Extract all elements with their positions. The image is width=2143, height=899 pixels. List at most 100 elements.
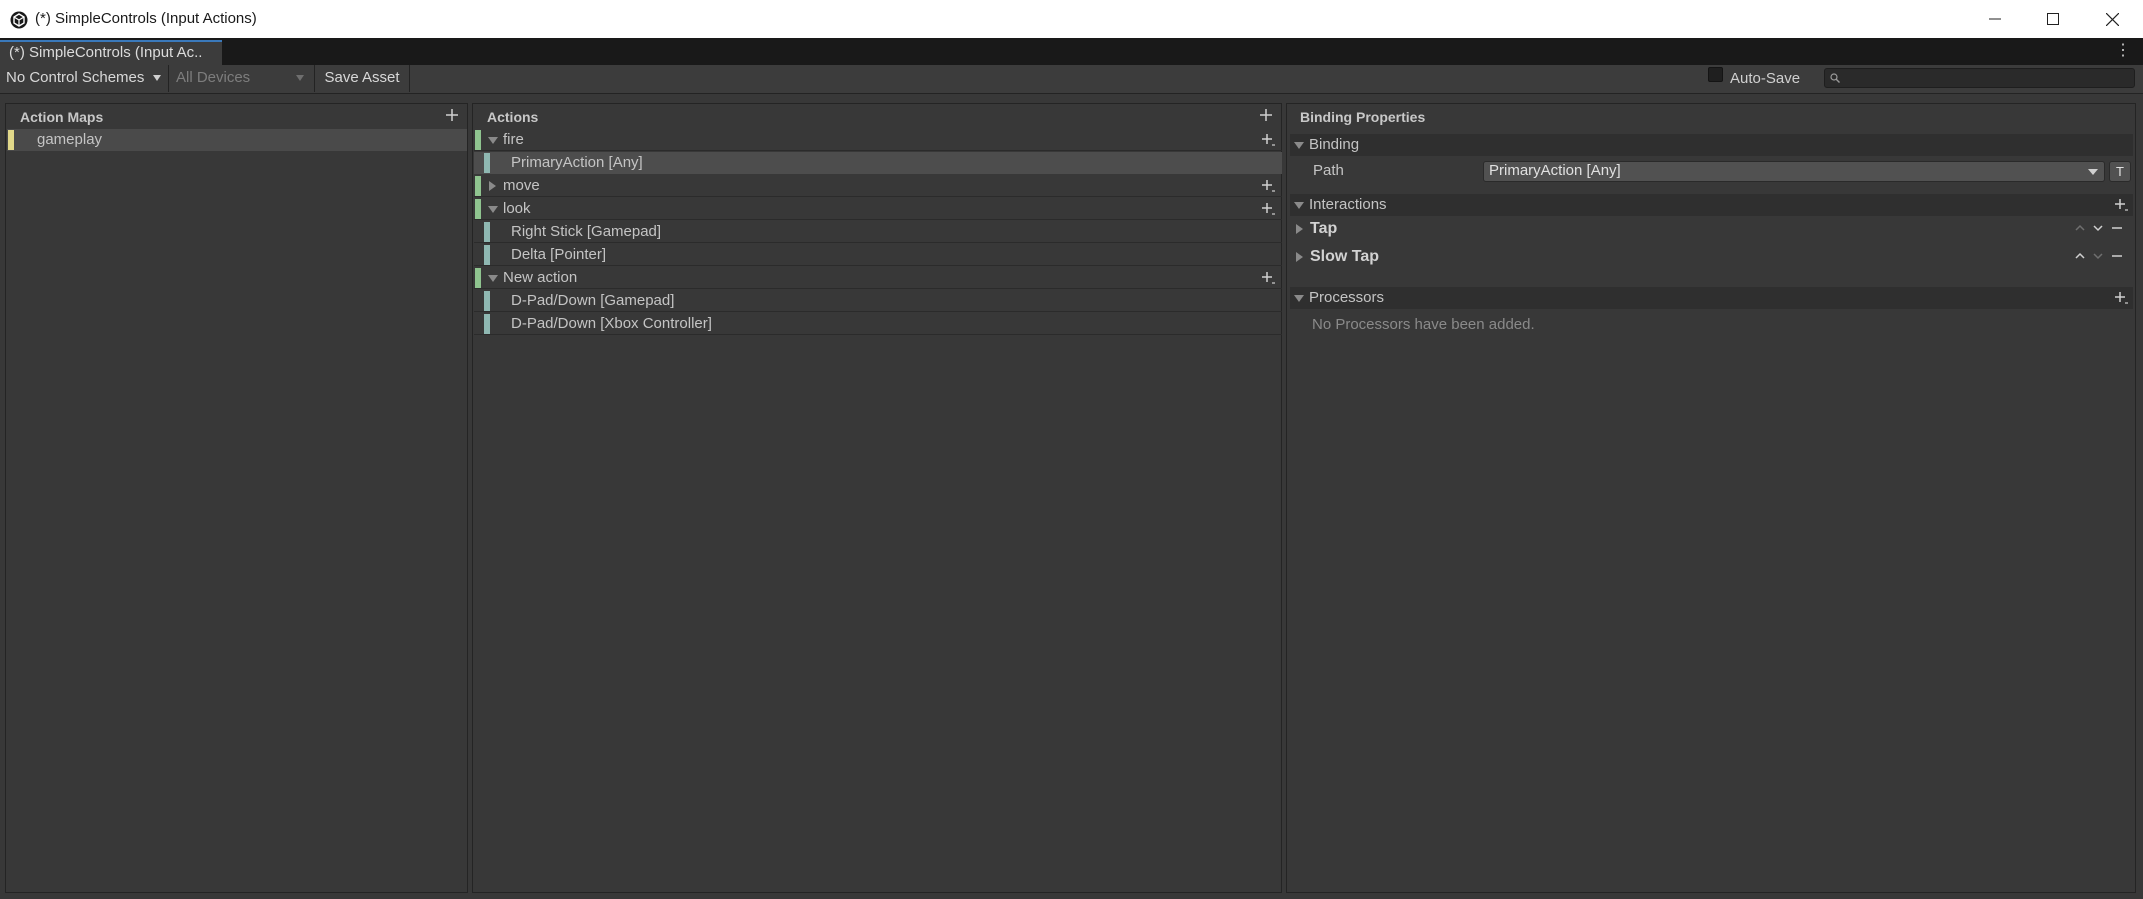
processors-section-label: Processors [1309, 289, 1385, 306]
path-value: PrimaryAction [Any] [1489, 162, 1621, 179]
auto-save-checkbox[interactable] [1708, 67, 1723, 82]
interactions-section-label: Interactions [1309, 196, 1387, 213]
add-processor-icon[interactable] [2113, 290, 2129, 306]
tab-strip: (*) SimpleControls (Input Ac.. ⋮ [0, 38, 2143, 65]
toolbar: No Control Schemes All Devices Save Asse… [0, 65, 2143, 94]
path-dropdown[interactable]: PrimaryAction [Any] [1483, 161, 2105, 182]
binding-label: Delta [Pointer] [511, 246, 607, 263]
save-asset-button[interactable]: Save Asset [316, 65, 408, 92]
dropdown-arrow-icon [296, 75, 304, 81]
binding-section-label: Binding [1309, 136, 1360, 153]
window-title: (*) SimpleControls (Input Actions) [35, 10, 257, 27]
interactions-section-header[interactable]: Interactions [1290, 194, 2133, 216]
binding-properties-header: Binding Properties [1300, 109, 1426, 125]
auto-save-label: Auto-Save [1730, 70, 1801, 87]
minimize-icon [1989, 18, 2001, 20]
binding-section-header[interactable]: Binding [1290, 134, 2133, 156]
interaction-label: Tap [1310, 220, 1338, 237]
dropdown-arrow-icon [152, 75, 161, 82]
add-binding-icon[interactable] [1260, 201, 1276, 217]
chevron-down-icon [2088, 169, 2098, 175]
binding-row-dpad-xbox[interactable]: D-Pad/Down [Xbox Controller] [474, 313, 1282, 335]
binding-color-stripe [484, 291, 490, 311]
action-map-item-gameplay[interactable]: gameplay [7, 129, 467, 151]
close-icon [2105, 12, 2119, 26]
action-map-color-stripe [8, 130, 14, 150]
binding-label: Right Stick [Gamepad] [511, 223, 662, 240]
binding-color-stripe [484, 314, 490, 334]
window-title-bar: (*) SimpleControls (Input Actions) [0, 0, 2143, 38]
expand-toggle-icon[interactable] [489, 181, 496, 191]
move-down-icon[interactable] [2093, 224, 2103, 232]
actions-panel: Actions fire PrimaryAction [Any] move lo… [472, 103, 1282, 893]
action-color-stripe [475, 268, 481, 288]
add-action-map-icon[interactable] [444, 107, 460, 123]
action-maps-panel: Action Maps gameplay [5, 103, 468, 893]
remove-icon[interactable] [2112, 252, 2122, 260]
binding-row-primaryaction[interactable]: PrimaryAction [Any] [474, 152, 1282, 174]
expand-toggle-icon[interactable] [1296, 224, 1303, 234]
binding-label: PrimaryAction [Any] [511, 154, 643, 171]
binding-row-right-stick[interactable]: Right Stick [Gamepad] [474, 221, 1282, 243]
action-label: New action [503, 269, 578, 286]
binding-label: D-Pad/Down [Gamepad] [511, 292, 675, 309]
expand-toggle-icon[interactable] [1296, 252, 1303, 262]
action-map-label: gameplay [37, 131, 103, 148]
binding-label: D-Pad/Down [Xbox Controller] [511, 315, 712, 332]
more-options-icon[interactable]: ⋮ [2115, 42, 2131, 60]
collapse-toggle-icon[interactable] [1294, 295, 1304, 302]
toolbar-separator [314, 65, 315, 92]
add-binding-icon[interactable] [1260, 270, 1276, 286]
unity-icon [10, 11, 28, 29]
action-maps-header: Action Maps [20, 109, 104, 125]
devices-label: All Devices [176, 69, 251, 86]
processors-section-header[interactable]: Processors [1290, 287, 2133, 309]
binding-color-stripe [484, 222, 490, 242]
action-color-stripe [475, 176, 481, 196]
listen-t-button[interactable]: T [2109, 161, 2131, 182]
action-label: look [503, 200, 531, 217]
tab-simplecontrols[interactable]: (*) SimpleControls (Input Ac.. [0, 40, 222, 65]
binding-color-stripe [484, 245, 490, 265]
add-action-icon[interactable] [1258, 107, 1274, 123]
actions-header: Actions [487, 109, 539, 125]
search-icon [1830, 73, 1840, 83]
collapse-toggle-icon[interactable] [1294, 202, 1304, 209]
binding-color-stripe [484, 153, 490, 173]
binding-row-delta-pointer[interactable]: Delta [Pointer] [474, 244, 1282, 266]
action-row-new-action[interactable]: New action [474, 267, 1282, 289]
collapse-toggle-icon[interactable] [1294, 142, 1304, 149]
expand-toggle-icon[interactable] [488, 137, 498, 144]
close-button[interactable] [2083, 0, 2141, 38]
maximize-button[interactable] [2024, 0, 2082, 38]
action-row-fire[interactable]: fire [474, 129, 1282, 151]
add-binding-icon[interactable] [1260, 132, 1276, 148]
action-label: fire [503, 131, 524, 148]
add-interaction-icon[interactable] [2113, 197, 2129, 213]
action-color-stripe [475, 199, 481, 219]
toolbar-separator [409, 65, 410, 92]
expand-toggle-icon[interactable] [488, 206, 498, 213]
expand-toggle-icon[interactable] [488, 275, 498, 282]
action-color-stripe [475, 130, 481, 150]
binding-properties-panel: Binding Properties Binding Path PrimaryA… [1286, 103, 2136, 893]
control-schemes-dropdown[interactable]: No Control Schemes [0, 65, 168, 92]
maximize-icon [2047, 13, 2059, 25]
move-up-icon [2075, 224, 2085, 231]
minimize-button[interactable] [1966, 0, 2024, 38]
search-input[interactable] [1824, 68, 2135, 88]
move-down-icon [2093, 253, 2103, 260]
action-row-look[interactable]: look [474, 198, 1282, 220]
control-schemes-label: No Control Schemes [6, 69, 145, 86]
action-row-move[interactable]: move [474, 175, 1282, 197]
interaction-item-tap[interactable]: Tap [1290, 218, 2133, 242]
add-binding-icon[interactable] [1260, 178, 1276, 194]
move-up-icon[interactable] [2075, 252, 2085, 260]
interaction-label: Slow Tap [1310, 248, 1380, 265]
binding-row-dpad-gamepad[interactable]: D-Pad/Down [Gamepad] [474, 290, 1282, 312]
devices-dropdown[interactable]: All Devices [170, 65, 312, 92]
interaction-item-slow-tap[interactable]: Slow Tap [1290, 246, 2133, 270]
action-label: move [503, 177, 540, 194]
no-processors-message: No Processors have been added. [1312, 316, 1535, 333]
remove-icon[interactable] [2112, 224, 2122, 232]
